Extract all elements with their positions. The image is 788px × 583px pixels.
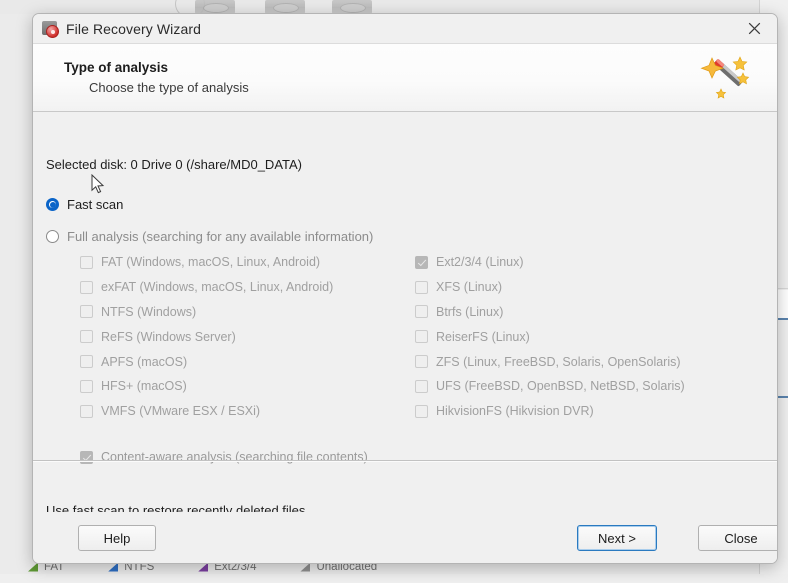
checkbox-label: ZFS (Linux, FreeBSD, Solaris, OpenSolari… (436, 354, 681, 369)
dialog-title: File Recovery Wizard (66, 20, 202, 37)
disk-icon (42, 20, 59, 38)
close-icon[interactable] (731, 14, 777, 43)
checkbox-indicator (415, 330, 428, 344)
checkbox-indicator (80, 450, 93, 464)
background-bottom-strip (0, 574, 788, 583)
header-subtitle: Choose the type of analysis (89, 80, 249, 95)
checkbox-indicator (80, 280, 93, 294)
checkbox-indicator (80, 404, 93, 418)
checkbox-content-aware-analysis[interactable]: Content-aware analysis (searching file c… (80, 450, 368, 464)
checkbox-ext234[interactable]: Ext2/3/4 (Linux) (415, 255, 740, 269)
checkbox-label: XFS (Linux) (436, 280, 502, 295)
checkbox-indicator (415, 355, 428, 369)
close-button[interactable]: Close (698, 525, 777, 551)
checkbox-hikvisionfs[interactable]: HikvisionFS (Hikvision DVR) (415, 404, 740, 418)
checkbox-xfs[interactable]: XFS (Linux) (415, 280, 740, 294)
checkbox-reiserfs[interactable]: ReiserFS (Linux) (415, 330, 740, 344)
checkbox-label: exFAT (Windows, macOS, Linux, Android) (101, 280, 334, 295)
next-button[interactable]: Next > (577, 525, 657, 551)
selected-disk-label: Selected disk: 0 Drive 0 (/share/MD0_DAT… (46, 157, 302, 172)
checkbox-label: VMFS (VMware ESX / ESXi) (101, 404, 261, 419)
filesystem-options-grid: FAT (Windows, macOS, Linux, Android) Ext… (80, 250, 740, 424)
checkbox-indicator (415, 404, 428, 418)
checkbox-indicator (415, 379, 428, 393)
help-button[interactable]: Help (78, 525, 156, 551)
checkbox-label: HikvisionFS (Hikvision DVR) (436, 404, 594, 419)
checkbox-indicator (415, 280, 428, 294)
checkbox-indicator (415, 255, 428, 269)
radio-label-full-analysis: Full analysis (searching for any availab… (67, 229, 374, 244)
radio-indicator-fast-scan (46, 198, 59, 211)
legend-swatch-fat (28, 562, 38, 572)
checkbox-label: NTFS (Windows) (101, 304, 197, 319)
radio-full-analysis[interactable]: Full analysis (searching for any availab… (46, 229, 373, 244)
background-drive-icon (195, 0, 235, 14)
checkbox-label: APFS (macOS) (101, 354, 188, 369)
checkbox-ntfs[interactable]: NTFS (Windows) (80, 305, 415, 319)
checkbox-label: Content-aware analysis (searching file c… (101, 450, 368, 464)
checkbox-hfsplus[interactable]: HFS+ (macOS) (80, 379, 415, 393)
checkbox-indicator (80, 330, 93, 344)
dialog-titlebar[interactable]: File Recovery Wizard (33, 14, 777, 43)
footer-separator (33, 460, 777, 461)
checkbox-apfs[interactable]: APFS (macOS) (80, 355, 415, 369)
checkbox-indicator (80, 305, 93, 319)
radio-indicator-full-analysis (46, 230, 59, 243)
magic-wand-icon (699, 51, 755, 103)
checkbox-ufs[interactable]: UFS (FreeBSD, OpenBSD, NetBSD, Solaris) (415, 379, 740, 393)
background-drive-icon (332, 0, 372, 14)
background-drive-icon (265, 0, 305, 14)
checkbox-zfs[interactable]: ZFS (Linux, FreeBSD, Solaris, OpenSolari… (415, 355, 740, 369)
checkbox-indicator (80, 379, 93, 393)
checkbox-label: ReiserFS (Linux) (436, 329, 530, 344)
checkbox-indicator (80, 355, 93, 369)
dialog-body: Selected disk: 0 Drive 0 (/share/MD0_DAT… (33, 112, 777, 518)
header-title: Type of analysis (64, 60, 169, 75)
background-toolbar-strip (0, 0, 788, 14)
checkbox-fat[interactable]: FAT (Windows, macOS, Linux, Android) (80, 255, 415, 269)
checkbox-label: HFS+ (macOS) (101, 379, 187, 394)
checkbox-indicator (415, 305, 428, 319)
checkbox-exfat[interactable]: exFAT (Windows, macOS, Linux, Android) (80, 280, 415, 294)
checkbox-vmfs[interactable]: VMFS (VMware ESX / ESXi) (80, 404, 415, 418)
radio-fast-scan[interactable]: Fast scan (46, 197, 123, 212)
file-recovery-wizard-dialog: File Recovery Wizard Type of analysis Ch… (32, 13, 778, 564)
dialog-footer: Help Next > Close (33, 512, 777, 563)
checkbox-indicator (80, 255, 93, 269)
checkbox-label: Btrfs (Linux) (436, 304, 504, 319)
checkbox-label: FAT (Windows, macOS, Linux, Android) (101, 255, 321, 270)
checkbox-label: Ext2/3/4 (Linux) (436, 255, 524, 270)
radio-label-fast-scan: Fast scan (67, 197, 124, 212)
checkbox-label: UFS (FreeBSD, OpenBSD, NetBSD, Solaris) (436, 379, 685, 394)
checkbox-btrfs[interactable]: Btrfs (Linux) (415, 305, 740, 319)
checkbox-refs[interactable]: ReFS (Windows Server) (80, 330, 415, 344)
dialog-header: Type of analysis Choose the type of anal… (33, 43, 777, 112)
checkbox-label: ReFS (Windows Server) (101, 329, 236, 344)
